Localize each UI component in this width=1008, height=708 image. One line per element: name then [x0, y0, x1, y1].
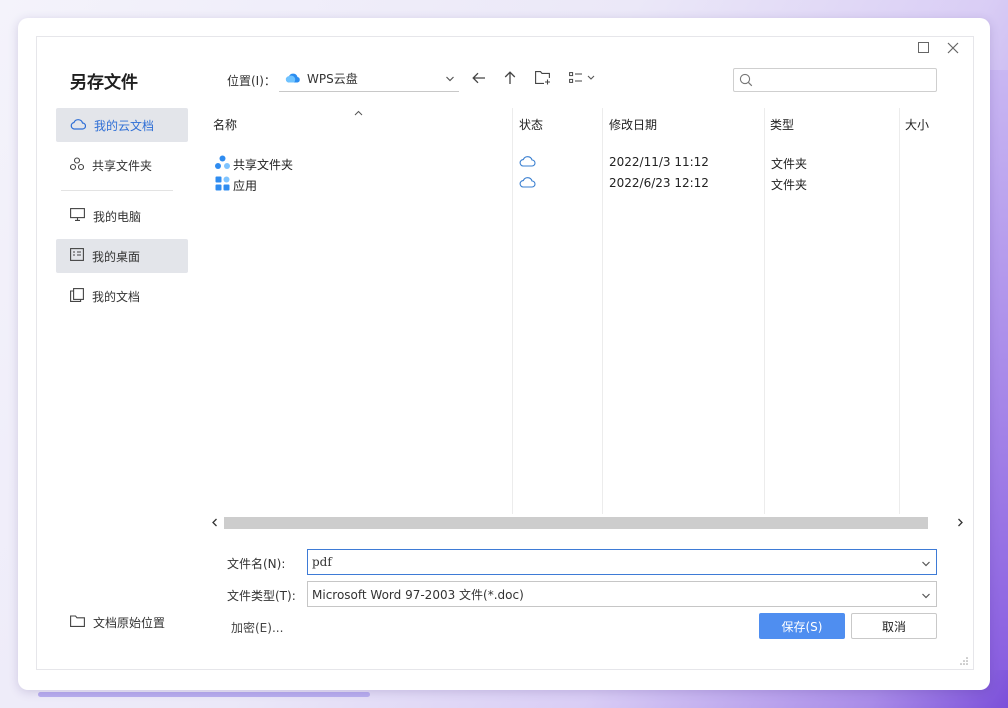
arrow-left-icon: [472, 72, 486, 87]
modified-date-cell: 2022/11/3 11:12: [609, 155, 709, 169]
column-header-size[interactable]: 大小: [905, 116, 929, 133]
file-list[interactable]: 名称 状态 修改日期 类型 大小 共享文件夹 2022/11/3 11:12 文…: [206, 108, 970, 532]
cloud-icon: [70, 118, 94, 133]
close-button[interactable]: [944, 40, 962, 58]
save-as-dialog: 另存文件 我的云文档 共享文件夹 我的电脑 我的桌面 我的文档 文档原始位置 位…: [18, 18, 990, 690]
folder-icon: [70, 615, 93, 630]
chevron-down-icon: [445, 73, 455, 87]
file-name: 应用: [233, 178, 258, 193]
column-header-name[interactable]: 名称: [213, 116, 237, 133]
chevron-down-icon[interactable]: [921, 558, 931, 572]
modified-date-cell: 2022/6/23 12:12: [609, 176, 709, 190]
new-folder-button[interactable]: [534, 70, 552, 88]
maximize-button[interactable]: [914, 40, 932, 58]
chevron-left-icon: [211, 517, 218, 530]
file-name: 共享文件夹: [233, 157, 294, 172]
back-button[interactable]: [470, 70, 488, 88]
arrow-up-icon: [504, 70, 516, 88]
maximize-icon: [917, 42, 929, 56]
encrypt-link[interactable]: 加密(E)...: [231, 619, 283, 636]
filename-value: pdf: [312, 555, 332, 569]
location-label: 位置(I)：: [227, 74, 276, 88]
horizontal-scrollbar[interactable]: [206, 515, 970, 531]
scroll-left-button[interactable]: [207, 515, 221, 531]
monitor-icon: [70, 208, 93, 224]
file-name-cell: 应用: [215, 176, 257, 194]
background-progress-bar: [38, 692, 370, 697]
sidebar-item-label: 我的云文档: [94, 118, 155, 133]
sidebar-bottom-label: 文档原始位置: [93, 616, 166, 630]
new-folder-icon: [535, 70, 551, 88]
resize-grip-icon[interactable]: [960, 654, 968, 668]
share-nodes-icon: [69, 156, 92, 174]
apps-icon: [215, 176, 233, 194]
shared-folder-icon: [215, 155, 233, 173]
status-cell: [519, 176, 539, 191]
filename-label: 文件名(N):: [227, 557, 286, 571]
view-list-icon: [569, 71, 599, 87]
close-icon: [947, 42, 959, 57]
sort-ascending-icon: [354, 108, 363, 119]
dialog-title: 另存文件: [70, 73, 138, 93]
sidebar-divider: [61, 190, 173, 191]
cloud-icon: [519, 155, 539, 170]
column-header-modified[interactable]: 修改日期: [609, 116, 657, 133]
desktop-icon: [70, 248, 92, 264]
sidebar-item-cloud-docs[interactable]: 我的云文档: [56, 108, 188, 142]
sidebar-item-my-documents[interactable]: 我的文档: [56, 279, 188, 313]
sidebar-item-label: 我的电脑: [93, 209, 142, 224]
scrollbar-thumb[interactable]: [224, 517, 928, 529]
wps-cloud-icon: [285, 72, 301, 86]
sidebar-item-label: 我的桌面: [92, 249, 141, 264]
filetype-value: Microsoft Word 97-2003 文件(*.doc): [312, 587, 524, 602]
file-name-cell: 共享文件夹: [215, 155, 293, 173]
sidebar-item-label: 共享文件夹: [92, 158, 153, 173]
background-window-edge: [990, 70, 1008, 670]
sidebar-item-shared-folder[interactable]: 共享文件夹: [56, 148, 188, 182]
cloud-icon: [519, 176, 539, 191]
filetype-label: 文件类型(T):: [227, 589, 296, 603]
filename-input[interactable]: pdf: [307, 549, 937, 575]
table-row[interactable]: 应用 2022/6/23 12:12 文件夹: [206, 173, 970, 194]
table-row[interactable]: 共享文件夹 2022/11/3 11:12 文件夹: [206, 152, 970, 173]
chevron-down-icon: [921, 590, 931, 604]
save-button[interactable]: 保存(S): [759, 613, 845, 639]
status-cell: [519, 155, 539, 170]
sidebar-item-label: 我的文档: [92, 289, 141, 304]
location-dropdown[interactable]: WPS云盘: [279, 66, 459, 92]
type-cell: 文件夹: [771, 157, 808, 171]
type-cell: 文件夹: [771, 178, 808, 192]
documents-icon: [70, 287, 92, 305]
sidebar-item-my-computer[interactable]: 我的电脑: [56, 199, 188, 233]
sidebar-original-location[interactable]: 文档原始位置: [70, 614, 165, 631]
search-input[interactable]: [733, 68, 937, 92]
column-header-type[interactable]: 类型: [770, 116, 794, 133]
chevron-right-icon: [957, 517, 964, 530]
column-header-status[interactable]: 状态: [519, 116, 543, 133]
up-folder-button[interactable]: [501, 70, 519, 88]
view-mode-button[interactable]: [568, 70, 600, 88]
cancel-button[interactable]: 取消: [851, 613, 937, 639]
scroll-right-button[interactable]: [953, 515, 967, 531]
sidebar-item-my-desktop[interactable]: 我的桌面: [56, 239, 188, 273]
location-value: WPS云盘: [307, 72, 358, 86]
filetype-select[interactable]: Microsoft Word 97-2003 文件(*.doc): [307, 581, 937, 607]
